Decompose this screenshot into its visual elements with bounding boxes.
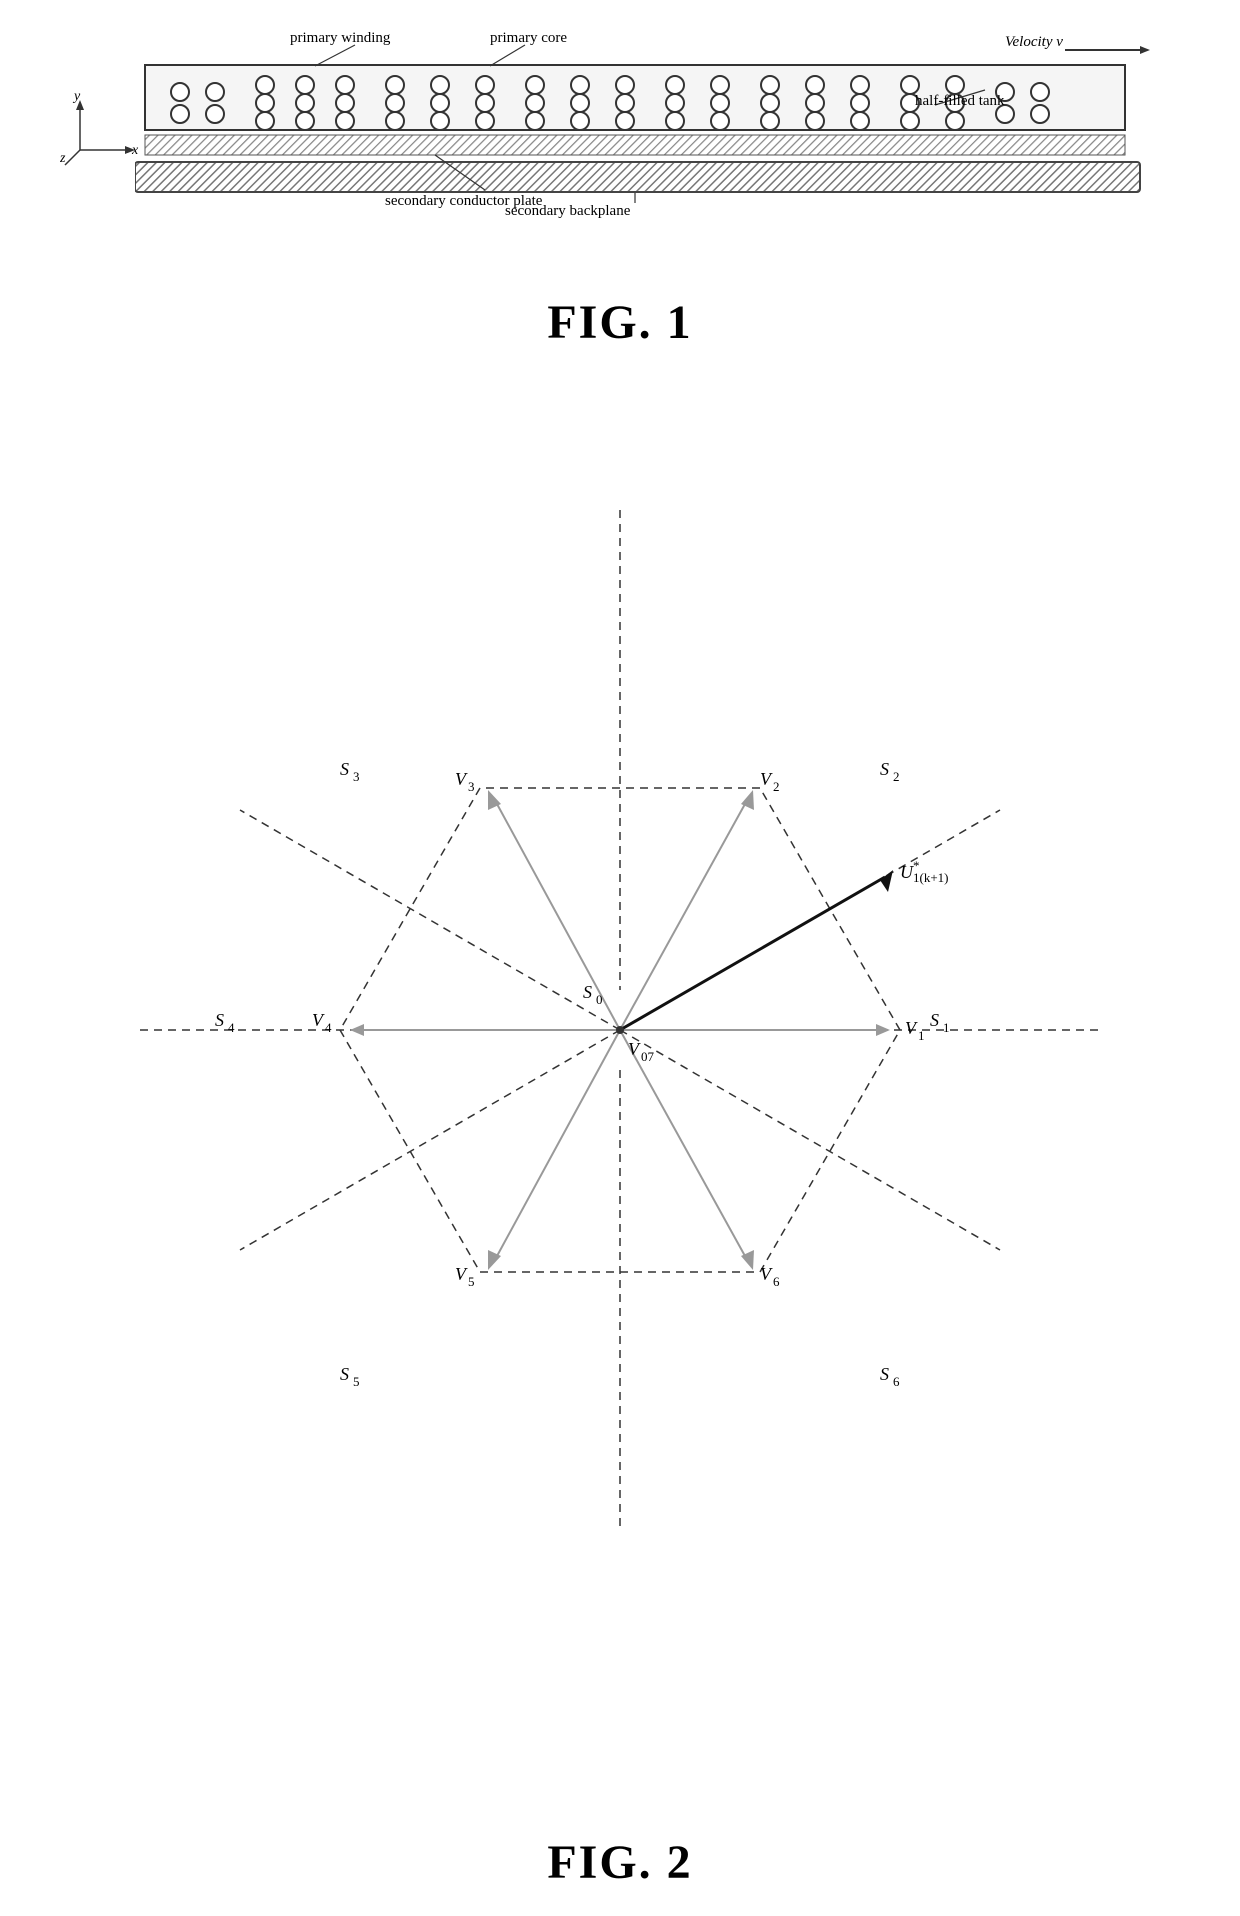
svg-text:2: 2 [773,779,780,794]
svg-text:V: V [455,1264,468,1284]
svg-text:5: 5 [353,1374,360,1389]
svg-text:V: V [455,769,468,789]
svg-text:secondary backplane: secondary backplane [505,203,631,219]
svg-text:U: U [900,862,914,882]
svg-text:0: 0 [596,992,603,1007]
svg-text:V: V [312,1010,325,1030]
svg-text:S: S [583,982,592,1002]
svg-text:Velocity v: Velocity v [1005,34,1063,50]
fig1-container: z y x [60,30,1180,350]
svg-text:2: 2 [893,769,900,784]
svg-text:V: V [760,769,773,789]
svg-text:3: 3 [353,769,360,784]
svg-text:V: V [760,1264,773,1284]
svg-text:S: S [340,1364,349,1384]
svg-text:S: S [340,759,349,779]
svg-text:S: S [880,759,889,779]
svg-text:1: 1 [943,1020,950,1035]
svg-text:half-filled tank: half-filled tank [915,93,1005,109]
svg-text:primary core: primary core [490,30,567,46]
svg-text:S: S [215,1010,224,1030]
svg-text:S: S [880,1364,889,1384]
svg-text:1(k+1): 1(k+1) [913,870,949,885]
svg-text:3: 3 [468,779,475,794]
fig1-title: FIG. 1 [547,295,692,350]
svg-text:07: 07 [641,1049,655,1064]
svg-text:4: 4 [228,1020,235,1035]
svg-text:primary winding: primary winding [290,30,391,46]
svg-text:6: 6 [893,1374,900,1389]
svg-text:1: 1 [918,1028,925,1043]
coordinate-axes: z y x [60,90,140,170]
fig1-diagram-svg: Velocity v primary winding primary core … [135,30,1185,260]
svg-text:V: V [628,1039,641,1059]
svg-text:5: 5 [468,1274,475,1289]
svg-text:S: S [930,1010,939,1030]
svg-text:6: 6 [773,1274,780,1289]
svg-text:y: y [72,90,81,104]
fig2-container: V 1 V 2 V 3 V 4 V 5 V 6 V 07 U * 1(k+1) … [60,430,1180,1890]
svg-text:z: z [60,151,66,166]
fig2-diagram-svg: V 1 V 2 V 3 V 4 V 5 V 6 V 07 U * 1(k+1) … [60,430,1180,1790]
fig2-title: FIG. 2 [547,1835,692,1890]
svg-text:4: 4 [325,1020,332,1035]
svg-text:V: V [905,1018,918,1038]
